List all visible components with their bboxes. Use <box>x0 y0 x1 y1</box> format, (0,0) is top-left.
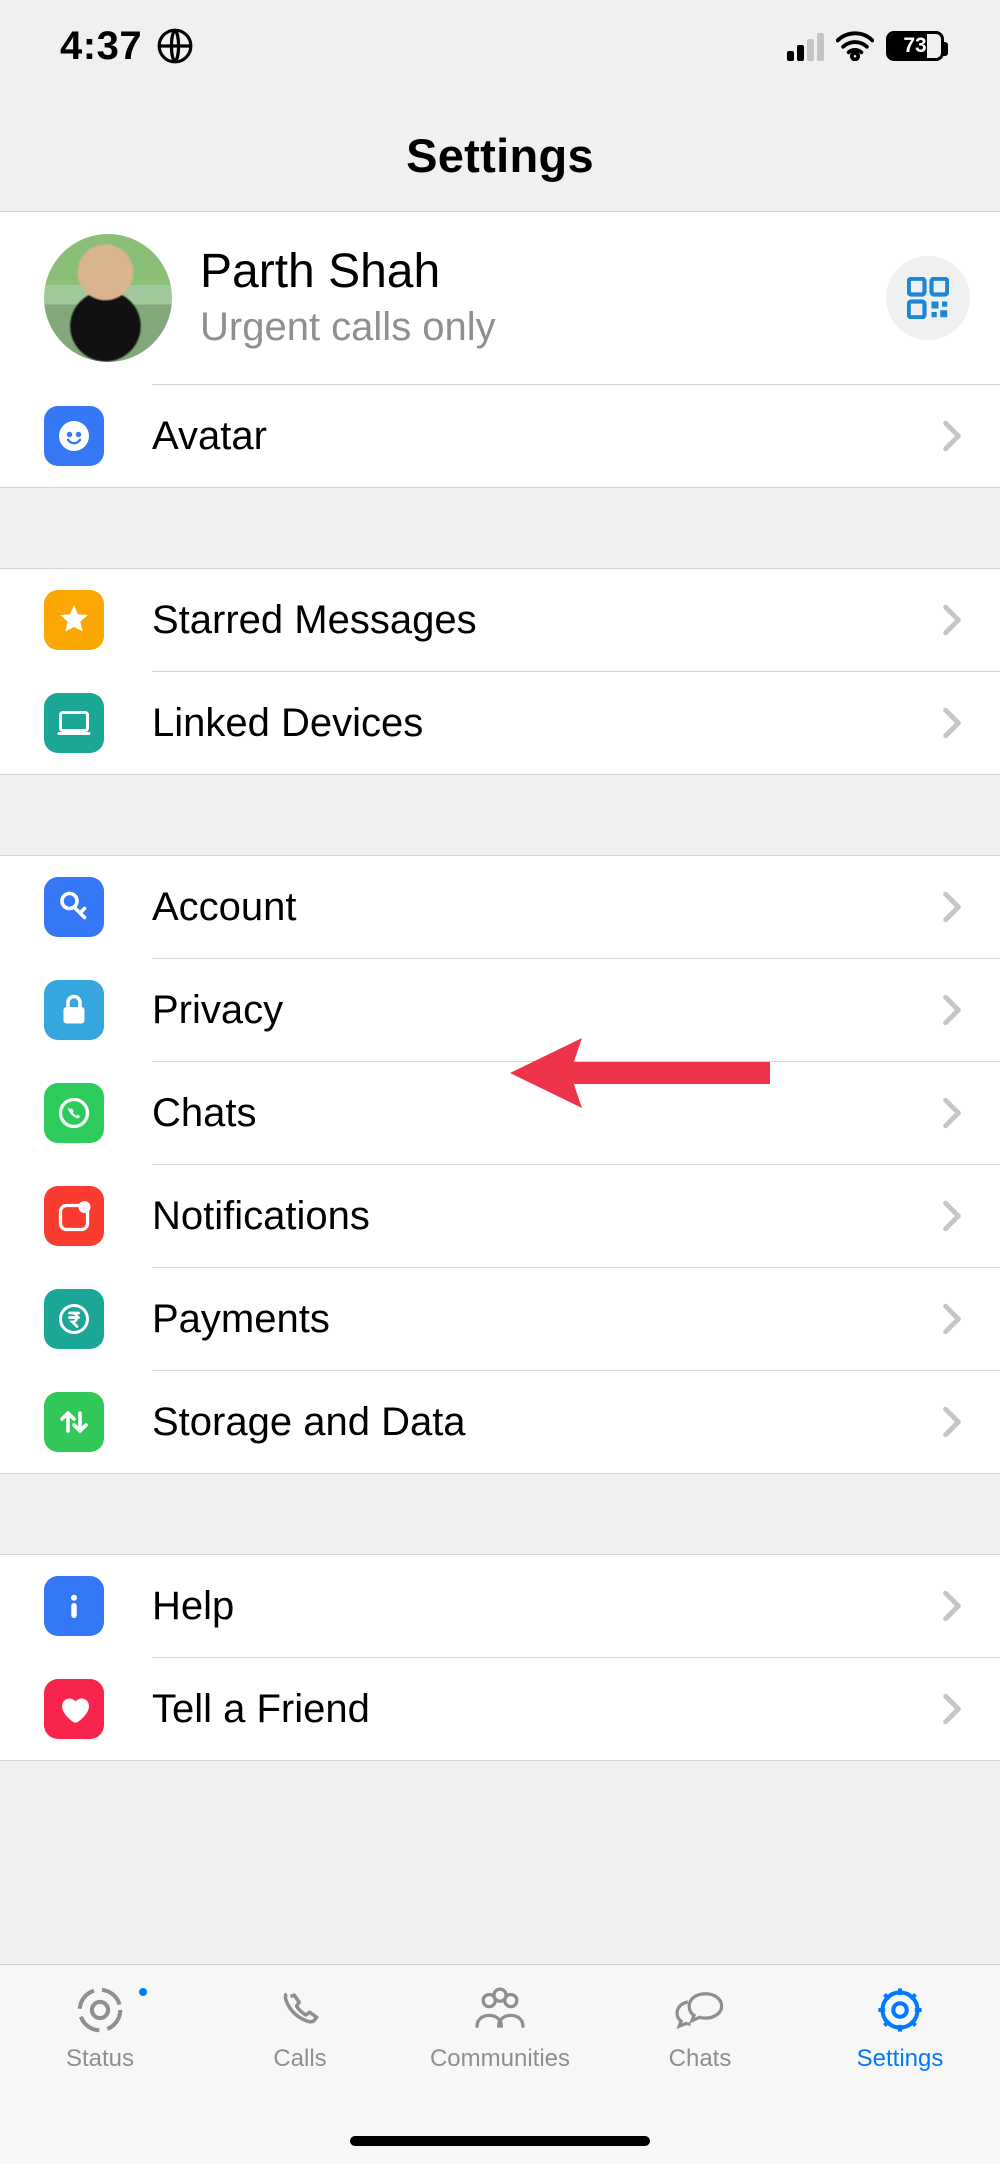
communities-icon <box>470 1983 530 2037</box>
row-storage-and-data[interactable]: Storage and Data <box>0 1371 1000 1473</box>
qr-code-button[interactable] <box>886 256 970 340</box>
row-label: Chats <box>152 1091 942 1136</box>
whatsapp-icon <box>44 1083 104 1143</box>
star-icon <box>44 590 104 650</box>
profile-row[interactable]: Parth Shah Urgent calls only <box>0 212 1000 384</box>
row-label: Privacy <box>152 988 942 1033</box>
avatar-photo[interactable] <box>44 234 172 362</box>
row-linked-devices[interactable]: Linked Devices <box>0 672 1000 774</box>
group-help: Help Tell a Friend <box>0 1554 1000 1761</box>
home-indicator[interactable] <box>350 2136 650 2146</box>
status-time: 4:37 <box>60 24 142 69</box>
avatar-icon <box>44 406 104 466</box>
row-label: Notifications <box>152 1194 942 1239</box>
row-tell-a-friend[interactable]: Tell a Friend <box>0 1658 1000 1760</box>
battery-percent: 73 <box>889 34 941 58</box>
chevron-right-icon <box>942 1693 962 1725</box>
tab-label: Status <box>66 2045 134 2073</box>
row-label: Storage and Data <box>152 1400 942 1445</box>
info-icon <box>44 1576 104 1636</box>
chevron-right-icon <box>942 1097 962 1129</box>
tab-bar: Status Calls Communities Chats Settings <box>0 1964 1000 2164</box>
row-label: Avatar <box>152 414 942 459</box>
row-label: Linked Devices <box>152 701 942 746</box>
data-transfer-icon <box>44 1392 104 1452</box>
row-chats[interactable]: Chats <box>0 1062 1000 1164</box>
group-account: Account Privacy Chats Notifications Paym… <box>0 855 1000 1474</box>
row-privacy[interactable]: Privacy <box>0 959 1000 1061</box>
phone-icon <box>270 1983 330 2037</box>
qr-code-icon <box>907 277 949 319</box>
row-starred-messages[interactable]: Starred Messages <box>0 569 1000 671</box>
row-label: Starred Messages <box>152 598 942 643</box>
row-avatar[interactable]: Avatar <box>0 385 1000 487</box>
profile-subtitle: Urgent calls only <box>200 305 858 350</box>
row-payments[interactable]: Payments <box>0 1268 1000 1370</box>
tab-status[interactable]: Status <box>0 1983 200 2164</box>
cellular-signal-icon <box>787 31 824 61</box>
page-title: Settings <box>0 128 1000 183</box>
chevron-right-icon <box>942 604 962 636</box>
heart-icon <box>44 1679 104 1739</box>
chevron-right-icon <box>942 1200 962 1232</box>
row-label: Help <box>152 1584 942 1629</box>
gear-icon <box>870 1983 930 2037</box>
globe-icon <box>156 27 194 65</box>
chat-bubbles-icon <box>670 1983 730 2037</box>
nav-header: Settings <box>0 92 1000 211</box>
chevron-right-icon <box>942 420 962 452</box>
row-notifications[interactable]: Notifications <box>0 1165 1000 1267</box>
notification-badge-icon <box>44 1186 104 1246</box>
tab-label: Settings <box>857 2045 944 2073</box>
chevron-right-icon <box>942 1303 962 1335</box>
row-label: Account <box>152 885 942 930</box>
status-new-dot <box>136 1985 150 1999</box>
chevron-right-icon <box>942 707 962 739</box>
chevron-right-icon <box>942 1406 962 1438</box>
tab-label: Chats <box>669 2045 732 2073</box>
battery-icon: 73 <box>886 31 944 61</box>
status-bar: 4:37 73 <box>0 0 1000 92</box>
chevron-right-icon <box>942 891 962 923</box>
status-ring-icon <box>70 1983 130 2037</box>
row-label: Tell a Friend <box>152 1687 942 1732</box>
tab-settings[interactable]: Settings <box>800 1983 1000 2164</box>
profile-name: Parth Shah <box>200 246 858 299</box>
key-icon <box>44 877 104 937</box>
tab-label: Calls <box>273 2045 326 2073</box>
row-account[interactable]: Account <box>0 856 1000 958</box>
chevron-right-icon <box>942 994 962 1026</box>
lock-icon <box>44 980 104 1040</box>
rupee-icon <box>44 1289 104 1349</box>
chevron-right-icon <box>942 1590 962 1622</box>
row-label: Payments <box>152 1297 942 1342</box>
tab-label: Communities <box>430 2045 570 2073</box>
monitor-icon <box>44 693 104 753</box>
row-help[interactable]: Help <box>0 1555 1000 1657</box>
profile-group: Parth Shah Urgent calls only Avatar <box>0 211 1000 488</box>
group-starred: Starred Messages Linked Devices <box>0 568 1000 775</box>
wifi-icon <box>836 31 874 61</box>
